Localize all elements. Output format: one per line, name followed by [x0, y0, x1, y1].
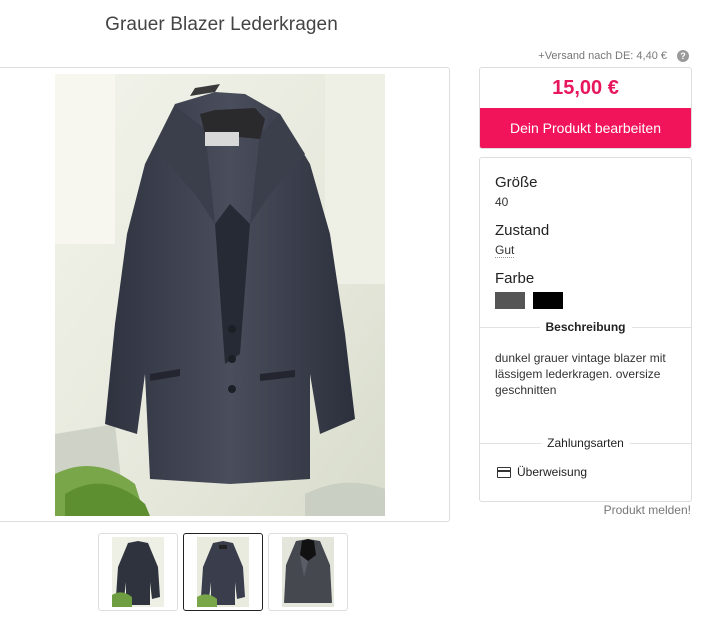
shipping-info: +Versand nach DE: 4,40 € ?: [538, 50, 689, 62]
color-field: Farbe: [495, 270, 567, 314]
product-details: Größe 40 Zustand Gut Farbe Beschreibung …: [479, 157, 692, 502]
description-divider: Beschreibung: [480, 320, 691, 334]
thumbnail-2[interactable]: [183, 533, 263, 611]
color-label: Farbe: [495, 270, 535, 287]
thumbnail-1[interactable]: [98, 533, 178, 611]
main-image-frame: [0, 67, 450, 522]
condition-value: Gut: [495, 243, 515, 258]
question-mark-icon[interactable]: ?: [677, 50, 689, 62]
product-photo[interactable]: [55, 74, 385, 516]
price-box: 15,00 € Dein Produkt bearbeiten: [479, 67, 692, 149]
color-swatch-black: [533, 292, 564, 309]
shipping-text: +Versand nach DE: 4,40 €: [538, 50, 667, 62]
color-swatch-gray: [495, 292, 525, 309]
size-value: 40: [495, 195, 509, 209]
size-label: Größe: [495, 174, 538, 191]
blazer-image: [55, 74, 385, 516]
thumbnail-strip: [98, 533, 348, 611]
payment-heading: Zahlungsarten: [541, 436, 630, 450]
report-product-link[interactable]: Produkt melden!: [604, 503, 691, 517]
payment-divider: Zahlungsarten: [480, 436, 691, 450]
product-title: Grauer Blazer Lederkragen: [105, 14, 338, 35]
description-heading: Beschreibung: [539, 320, 632, 334]
condition-field: Zustand Gut: [495, 222, 549, 259]
price: 15,00 €: [552, 77, 619, 99]
payment-method-label: Überweisung: [517, 465, 588, 479]
thumbnail-3[interactable]: [268, 533, 348, 611]
edit-product-button[interactable]: Dein Produkt bearbeiten: [480, 108, 691, 148]
condition-label: Zustand: [495, 222, 550, 239]
payment-method: Überweisung: [497, 465, 587, 479]
size-field: Größe 40: [495, 174, 538, 209]
description-text: dunkel grauer vintage blazer mit lässige…: [495, 351, 666, 397]
credit-card-icon: [497, 466, 511, 478]
